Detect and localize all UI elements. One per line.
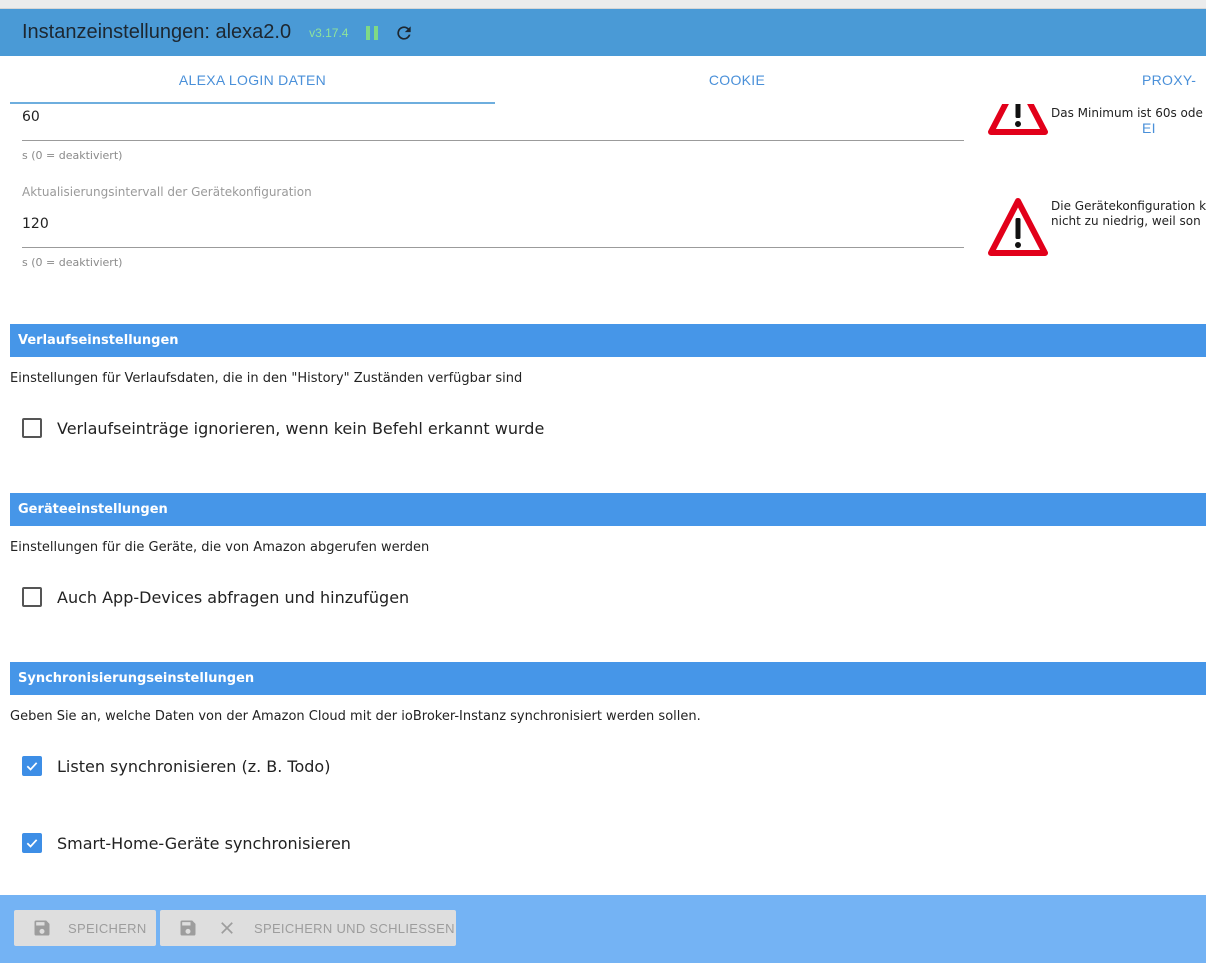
floppy-disk-icon	[32, 918, 52, 938]
section-desc-devices: Einstellungen für die Geräte, die von Am…	[10, 540, 430, 555]
interval-field-1: 60 s (0 = deaktiviert)	[22, 104, 964, 164]
floppy-disk-icon	[178, 918, 198, 938]
save-and-close-button[interactable]: SPEICHERN UND SCHLIESSEN	[160, 910, 456, 946]
footer-bar: SPEICHERN SPEICHERN UND SCHLIESSEN	[0, 895, 1206, 963]
checkbox-app-devices[interactable]	[22, 587, 42, 607]
interval-label-2: Aktualisierungsintervall der Gerätekonfi…	[22, 185, 312, 199]
window-title: Instanzeinstellungen: alexa2.0	[22, 21, 292, 43]
save-button-label: SPEICHERN	[68, 920, 147, 936]
warning-text-2-line1: Die Gerätekonfiguration k	[1051, 199, 1206, 213]
warning-text-1: Das Minimum ist 60s ode	[1051, 106, 1203, 120]
close-icon	[218, 919, 236, 937]
section-header-history: Verlaufseinstellungen	[10, 324, 1206, 357]
title-bar: Instanzeinstellungen: alexa2.0 v3.17.4	[0, 9, 1206, 56]
check-icon	[26, 762, 38, 771]
interval-field-2: Aktualisierungsintervall der Gerätekonfi…	[22, 184, 964, 274]
save-button[interactable]: SPEICHERN	[14, 910, 156, 946]
checkbox-label: Smart-Home-Geräte synchronisieren	[57, 833, 351, 853]
checkbox-row-app-devices[interactable]: Auch App-Devices abfragen und hinzufügen	[22, 587, 409, 607]
checkbox-sync-smarthome[interactable]	[22, 833, 42, 853]
tab-bar: ALEXA LOGIN DATEN COOKIE PROXY-EI	[10, 56, 1206, 136]
checkbox-row-sync-smarthome[interactable]: Smart-Home-Geräte synchronisieren	[22, 833, 351, 853]
checkbox-label: Verlaufseinträge ignorieren, wenn kein B…	[57, 418, 545, 438]
section-desc-sync: Geben Sie an, welche Daten von der Amazo…	[10, 709, 701, 724]
interval-help-2: s (0 = deaktiviert)	[22, 256, 123, 269]
refresh-icon[interactable]	[394, 23, 414, 43]
tab-alexa-login[interactable]: ALEXA LOGIN DATEN	[10, 56, 495, 104]
input-underline	[22, 247, 964, 248]
checkbox-label: Listen synchronisieren (z. B. Todo)	[57, 756, 331, 776]
checkbox-ignore-history[interactable]	[22, 418, 42, 438]
checkbox-row-ignore-history[interactable]: Verlaufseinträge ignorieren, wenn kein B…	[22, 418, 544, 438]
input-underline	[22, 140, 964, 141]
tab-proxy[interactable]: PROXY-EI	[1142, 56, 1206, 136]
warning-text-2-line2: nicht zu niedrig, weil son	[1051, 214, 1201, 228]
pause-icon[interactable]	[366, 25, 379, 40]
interval-input-2[interactable]: 120	[22, 216, 49, 232]
section-header-sync: Synchronisierungseinstellungen	[10, 662, 1206, 695]
checkbox-label: Auch App-Devices abfragen und hinzufügen	[57, 587, 410, 607]
checkbox-sync-lists[interactable]	[22, 756, 42, 776]
warning-icon	[987, 197, 1049, 259]
interval-help-1: s (0 = deaktiviert)	[22, 149, 123, 162]
check-icon	[26, 839, 38, 848]
save-and-close-label: SPEICHERN UND SCHLIESSEN	[254, 920, 455, 936]
top-strip	[0, 0, 1206, 9]
tab-cookie[interactable]: COOKIE	[495, 56, 979, 104]
section-header-devices: Geräteeinstellungen	[10, 493, 1206, 526]
checkbox-row-sync-lists[interactable]: Listen synchronisieren (z. B. Todo)	[22, 756, 330, 776]
section-desc-history: Einstellungen für Verlaufsdaten, die in …	[10, 371, 523, 386]
version-label: v3.17.4	[309, 25, 349, 40]
interval-input-1[interactable]: 60	[22, 109, 40, 125]
warning-icon	[987, 104, 1049, 138]
